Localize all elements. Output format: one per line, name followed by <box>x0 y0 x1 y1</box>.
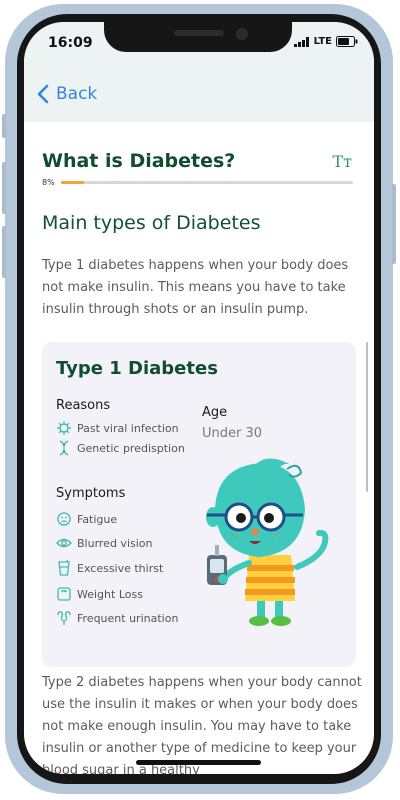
page-title: What is Diabetes? <box>42 150 236 172</box>
reason-item: Past viral infection <box>56 420 179 436</box>
progress-bar <box>61 181 353 184</box>
camera <box>236 28 248 40</box>
eye-icon <box>56 535 72 551</box>
sad-face-icon <box>56 511 72 527</box>
reasons-label: Reasons <box>56 398 111 413</box>
reason-label: Genetic predisption <box>77 441 185 455</box>
symptom-item: Blurred vision <box>56 535 153 551</box>
volume-down-button <box>2 226 6 278</box>
symptom-label: Blurred vision <box>77 536 153 550</box>
symptom-label: Frequent urination <box>77 611 179 625</box>
section-heading: Main types of Diabetes <box>42 212 261 234</box>
status-time: 16:09 <box>48 35 93 51</box>
font-size-button[interactable]: Tт <box>332 152 352 171</box>
back-label: Back <box>56 84 98 104</box>
back-button[interactable]: Back <box>36 84 97 104</box>
symptom-item: Weight Loss <box>56 586 143 602</box>
scale-icon <box>56 586 72 602</box>
type2-paragraph: Type 2 diabetes happens when your body c… <box>42 675 362 774</box>
article-content[interactable]: What is Diabetes? Tт 8% Main types of Di… <box>24 122 374 774</box>
progress-label: 8% <box>42 178 55 187</box>
home-indicator[interactable] <box>136 760 261 765</box>
power-button <box>392 184 396 264</box>
network-label: LTE <box>313 36 332 47</box>
age-value: Under 30 <box>202 426 263 441</box>
signal-icon <box>293 36 309 47</box>
volume-up-button <box>2 162 6 214</box>
kidney-icon <box>56 610 72 626</box>
card-title: Type 1 Diabetes <box>56 358 218 379</box>
mute-switch <box>2 114 6 138</box>
symptom-label: Fatigue <box>77 512 118 526</box>
mascot-illustration <box>206 458 329 626</box>
scrollbar[interactable] <box>366 342 368 492</box>
notch <box>104 22 292 52</box>
symptom-item: Excessive thirst <box>56 560 163 576</box>
symptom-item: Frequent urination <box>56 610 178 626</box>
glass-icon <box>56 560 72 576</box>
nav-bar: Back <box>24 66 374 122</box>
chevron-left-icon <box>37 84 49 104</box>
dna-icon <box>56 440 72 456</box>
battery-icon <box>336 36 358 47</box>
progress-fill <box>61 181 85 184</box>
symptoms-label: Symptoms <box>56 486 126 501</box>
intro-paragraph: Type 1 diabetes happens when your body d… <box>42 258 349 317</box>
speaker <box>174 30 224 36</box>
reason-label: Past viral infection <box>77 421 179 435</box>
reason-item: Genetic predisption <box>56 440 185 456</box>
app-screen: 16:09 LTE Back What is Diabetes? Tт 8% M… <box>24 22 374 774</box>
type1-card: Type 1 Diabetes Reasons Age Under 30 Pas… <box>42 342 356 667</box>
age-label: Age <box>202 405 228 420</box>
virus-icon <box>56 420 72 436</box>
symptom-item: Fatigue <box>56 511 117 527</box>
symptom-label: Weight Loss <box>77 587 143 601</box>
symptom-label: Excessive thirst <box>77 561 164 575</box>
